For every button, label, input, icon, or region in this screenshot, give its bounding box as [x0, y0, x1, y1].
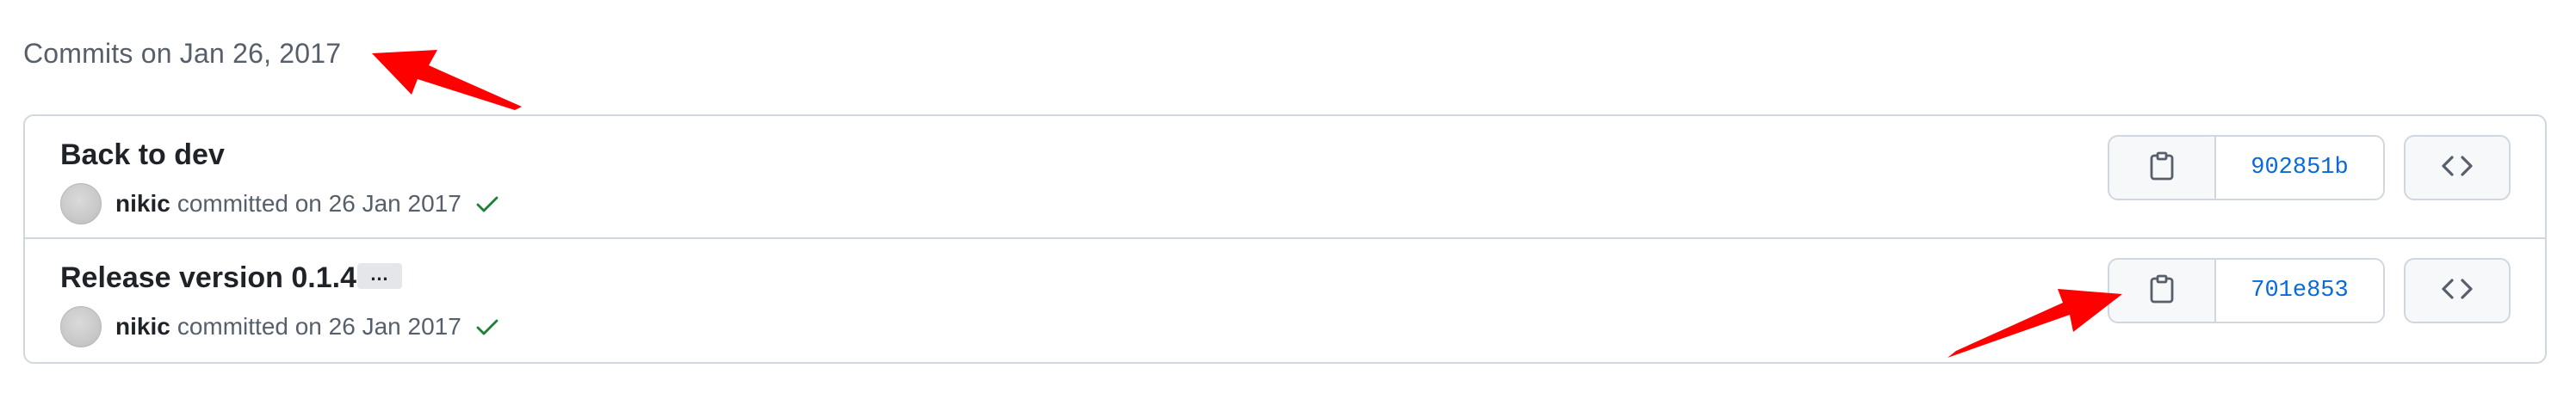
browse-repository-button[interactable] [2404, 258, 2511, 323]
commit-list: Back to dev nikic committed on 26 Jan 20… [23, 114, 2547, 364]
sha-button-group: 902851b [2108, 135, 2385, 200]
committed-date-text: committed on 26 Jan 2017 [176, 190, 461, 217]
copy-sha-button[interactable] [2109, 137, 2216, 199]
check-icon[interactable] [474, 313, 501, 341]
copy-sha-button[interactable] [2109, 260, 2216, 322]
commits-date-heading: Commits on Jan 26, 2017 [23, 38, 342, 69]
clipboard-icon [2149, 274, 2175, 308]
browse-repository-button[interactable] [2404, 135, 2511, 200]
avatar[interactable] [60, 306, 102, 347]
commit-row: Release version 0.1.4 … nikic committed … [25, 239, 2545, 362]
author-link[interactable]: nikic [115, 190, 170, 218]
sha-button-group: 701e853 [2108, 258, 2385, 323]
commit-meta: nikic committed on 26 Jan 2017 [60, 306, 501, 347]
commits-page: Commits on Jan 26, 2017 Back to dev niki… [0, 0, 2576, 399]
expand-message-button[interactable]: … [357, 263, 402, 289]
clipboard-icon [2149, 151, 2175, 185]
commit-sha-link[interactable]: 902851b [2216, 137, 2383, 199]
commit-sha-link[interactable]: 701e853 [2216, 260, 2383, 322]
author-link[interactable]: nikic [115, 313, 170, 341]
committed-date-text: committed on 26 Jan 2017 [176, 313, 461, 340]
annotation-arrow-icon [372, 50, 522, 110]
commit-title-link[interactable]: Release version 0.1.4 [60, 261, 356, 295]
avatar[interactable] [60, 183, 102, 224]
code-icon [2440, 276, 2474, 306]
commit-title-link[interactable]: Back to dev [60, 138, 225, 172]
code-icon [2440, 153, 2474, 183]
commit-row: Back to dev nikic committed on 26 Jan 20… [25, 116, 2545, 239]
check-icon[interactable] [474, 190, 501, 218]
commit-meta: nikic committed on 26 Jan 2017 [60, 183, 501, 224]
